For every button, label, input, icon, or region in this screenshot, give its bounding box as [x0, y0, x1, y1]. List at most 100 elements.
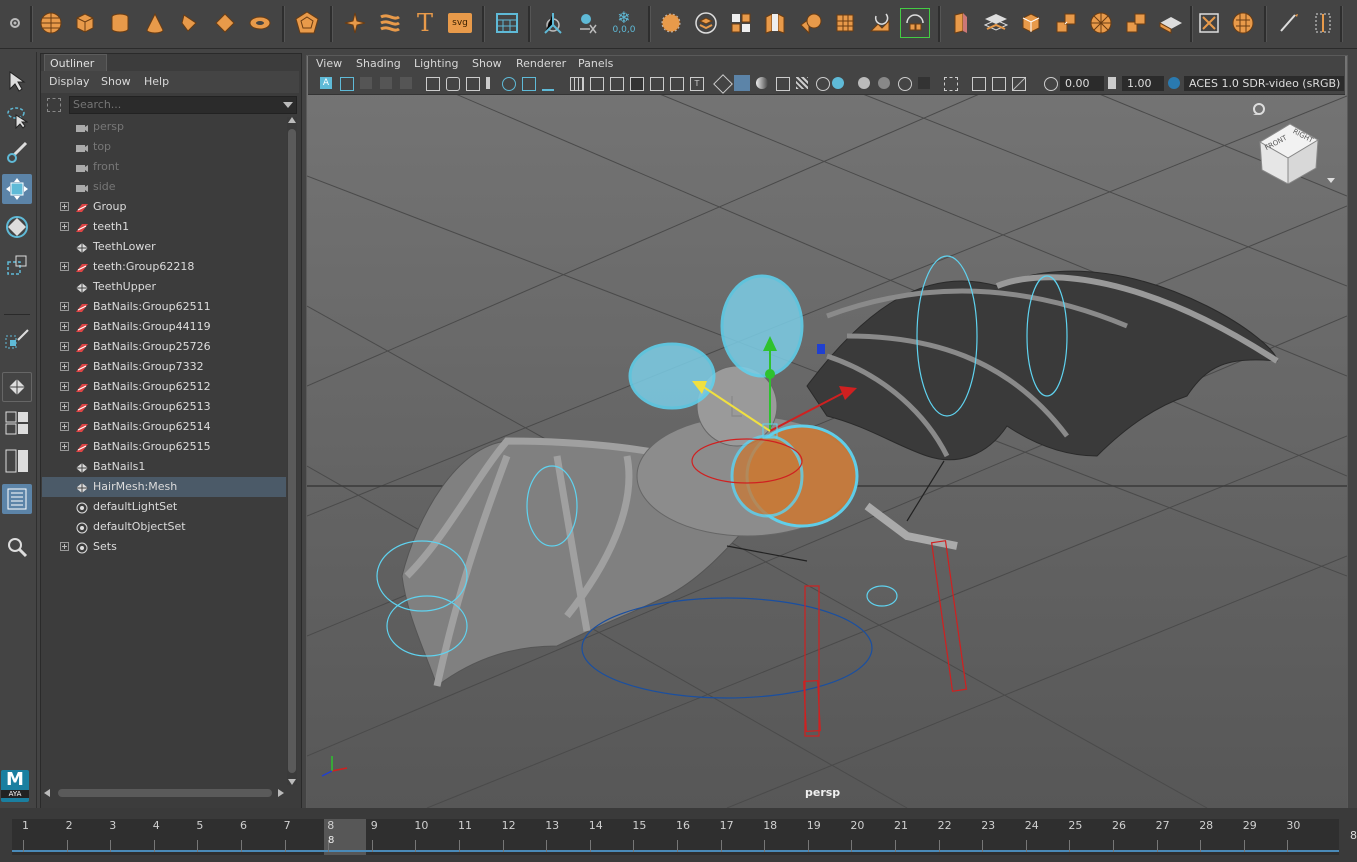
expand-icon[interactable]: [60, 262, 69, 271]
cylinder-icon[interactable]: [105, 8, 135, 38]
outliner-item[interactable]: defaultLightSet: [42, 497, 286, 517]
xray-components-icon[interactable]: [1012, 77, 1026, 91]
view-cube[interactable]: FRONT RIGHT: [1250, 105, 1320, 185]
outliner-item[interactable]: TeethUpper: [42, 277, 286, 297]
outliner-horizontal-scrollbar[interactable]: [44, 787, 286, 799]
outliner-item[interactable]: top: [42, 137, 286, 157]
select-camera-icon[interactable]: A: [320, 77, 332, 89]
outliner-item[interactable]: BatNails:Group62512: [42, 377, 286, 397]
settings-icon[interactable]: [2, 8, 28, 38]
disc-icon[interactable]: [245, 8, 275, 38]
home-view-icon[interactable]: [1253, 103, 1265, 115]
viewport-2-icon[interactable]: [650, 77, 664, 91]
scroll-right-icon[interactable]: [278, 789, 284, 797]
shadows-icon[interactable]: [832, 77, 844, 89]
gate-mask-icon[interactable]: [502, 77, 516, 91]
safe-action-icon[interactable]: [542, 77, 554, 91]
xray-icon[interactable]: [972, 77, 986, 91]
wireframe-icon[interactable]: [713, 74, 733, 94]
outliner-item[interactable]: BatNails:Group62511: [42, 297, 286, 317]
menu-lighting[interactable]: Lighting: [414, 57, 458, 70]
single-perspective-layout-icon[interactable]: [2, 372, 32, 402]
resolution-gate-icon[interactable]: [486, 77, 490, 89]
expand-icon[interactable]: [60, 402, 69, 411]
2d-pan-icon[interactable]: [400, 77, 412, 89]
fit-view-icon[interactable]: [670, 77, 684, 91]
move-tool-icon[interactable]: [2, 174, 32, 204]
maya-logo[interactable]: M AYA: [1, 770, 29, 802]
wireframe-on-shaded-icon[interactable]: [776, 77, 790, 91]
camera-attributes-icon[interactable]: [340, 77, 354, 91]
sweep-icon[interactable]: [340, 8, 370, 38]
last-tool-icon[interactable]: [2, 324, 32, 354]
scroll-up-icon[interactable]: [288, 117, 296, 123]
booleans-icon[interactable]: [691, 8, 721, 38]
exposure-field[interactable]: 0.00: [1060, 76, 1104, 91]
chevron-down-icon[interactable]: [283, 102, 293, 108]
outliner-item[interactable]: BatNails:Group25726: [42, 337, 286, 357]
gamma-field[interactable]: 1.00: [1122, 76, 1164, 91]
image-plane-icon[interactable]: [380, 77, 392, 89]
cube-icon[interactable]: [70, 8, 100, 38]
color-management-icon[interactable]: [1168, 77, 1180, 89]
grid-icon[interactable]: [492, 8, 522, 38]
outliner-item[interactable]: HairMesh:Mesh: [42, 477, 286, 497]
outliner-item[interactable]: BatNails1: [42, 457, 286, 477]
select-tool-icon[interactable]: [2, 66, 32, 96]
outliner-item[interactable]: Group: [42, 197, 286, 217]
outliner-item[interactable]: BatNails:Group62513: [42, 397, 286, 417]
bevel-icon[interactable]: [900, 8, 930, 38]
outliner-item[interactable]: BatNails:Group7332: [42, 357, 286, 377]
outliner-item[interactable]: BatNails:Group44119: [42, 317, 286, 337]
scroll-left-icon[interactable]: [44, 789, 50, 797]
exposure-icon[interactable]: [1044, 77, 1058, 91]
filter-icon[interactable]: [47, 98, 61, 112]
extract-icon[interactable]: [760, 8, 790, 38]
expand-icon[interactable]: [60, 342, 69, 351]
expand-icon[interactable]: [60, 382, 69, 391]
outliner-item[interactable]: teeth:Group62218: [42, 257, 286, 277]
paint-select-icon[interactable]: [2, 138, 32, 168]
menu-help[interactable]: Help: [144, 75, 169, 88]
expand-icon[interactable]: [60, 422, 69, 431]
target-weld-icon[interactable]: [1016, 8, 1046, 38]
outliner-item[interactable]: defaultObjectSet: [42, 517, 286, 537]
expand-icon[interactable]: [60, 362, 69, 371]
use-all-lights-icon[interactable]: [816, 77, 830, 91]
outliner-hscroll-thumb[interactable]: [58, 789, 272, 797]
transfer-icon[interactable]: [1121, 8, 1151, 38]
cone-icon[interactable]: [140, 8, 170, 38]
outliner-item[interactable]: side: [42, 177, 286, 197]
menu-shading[interactable]: Shading: [356, 57, 401, 70]
outliner-tab[interactable]: Outliner: [44, 54, 107, 72]
search-tool-icon[interactable]: [2, 532, 32, 562]
outliner-item[interactable]: teeth1: [42, 217, 286, 237]
grease-pencil-icon[interactable]: [426, 77, 440, 91]
platonic-icon[interactable]: [292, 8, 322, 38]
depth-of-field-icon[interactable]: [918, 77, 930, 89]
insert-loop-icon[interactable]: [946, 8, 976, 38]
menu-display[interactable]: Display: [49, 75, 90, 88]
menu-show[interactable]: Show: [101, 75, 131, 88]
color-space-field[interactable]: ACES 1.0 SDR-video (sRGB): [1184, 76, 1344, 91]
mirror-icon[interactable]: [795, 8, 825, 38]
svg-icon[interactable]: svg: [445, 8, 475, 38]
extrude-icon[interactable]: [830, 8, 860, 38]
expand-icon[interactable]: [60, 202, 69, 211]
film-origin-icon[interactable]: [610, 77, 624, 91]
lock-camera-icon[interactable]: [446, 77, 460, 91]
torus-icon[interactable]: [175, 8, 205, 38]
field-chart-icon[interactable]: [522, 77, 536, 91]
outliner-item[interactable]: persp: [42, 117, 286, 137]
menu-view[interactable]: View: [316, 57, 342, 70]
viewport-canvas[interactable]: [307, 56, 1347, 808]
type-icon[interactable]: T: [410, 8, 440, 38]
outliner-item[interactable]: TeethLower: [42, 237, 286, 257]
overscan-icon[interactable]: [630, 77, 644, 91]
quad-draw-icon[interactable]: [1274, 8, 1304, 38]
screen-space-ao-icon[interactable]: [858, 77, 870, 89]
multi-cut-icon[interactable]: [981, 8, 1011, 38]
expand-icon[interactable]: [60, 442, 69, 451]
axes-icon[interactable]: [573, 8, 603, 38]
four-view-layout-icon[interactable]: [2, 408, 32, 438]
